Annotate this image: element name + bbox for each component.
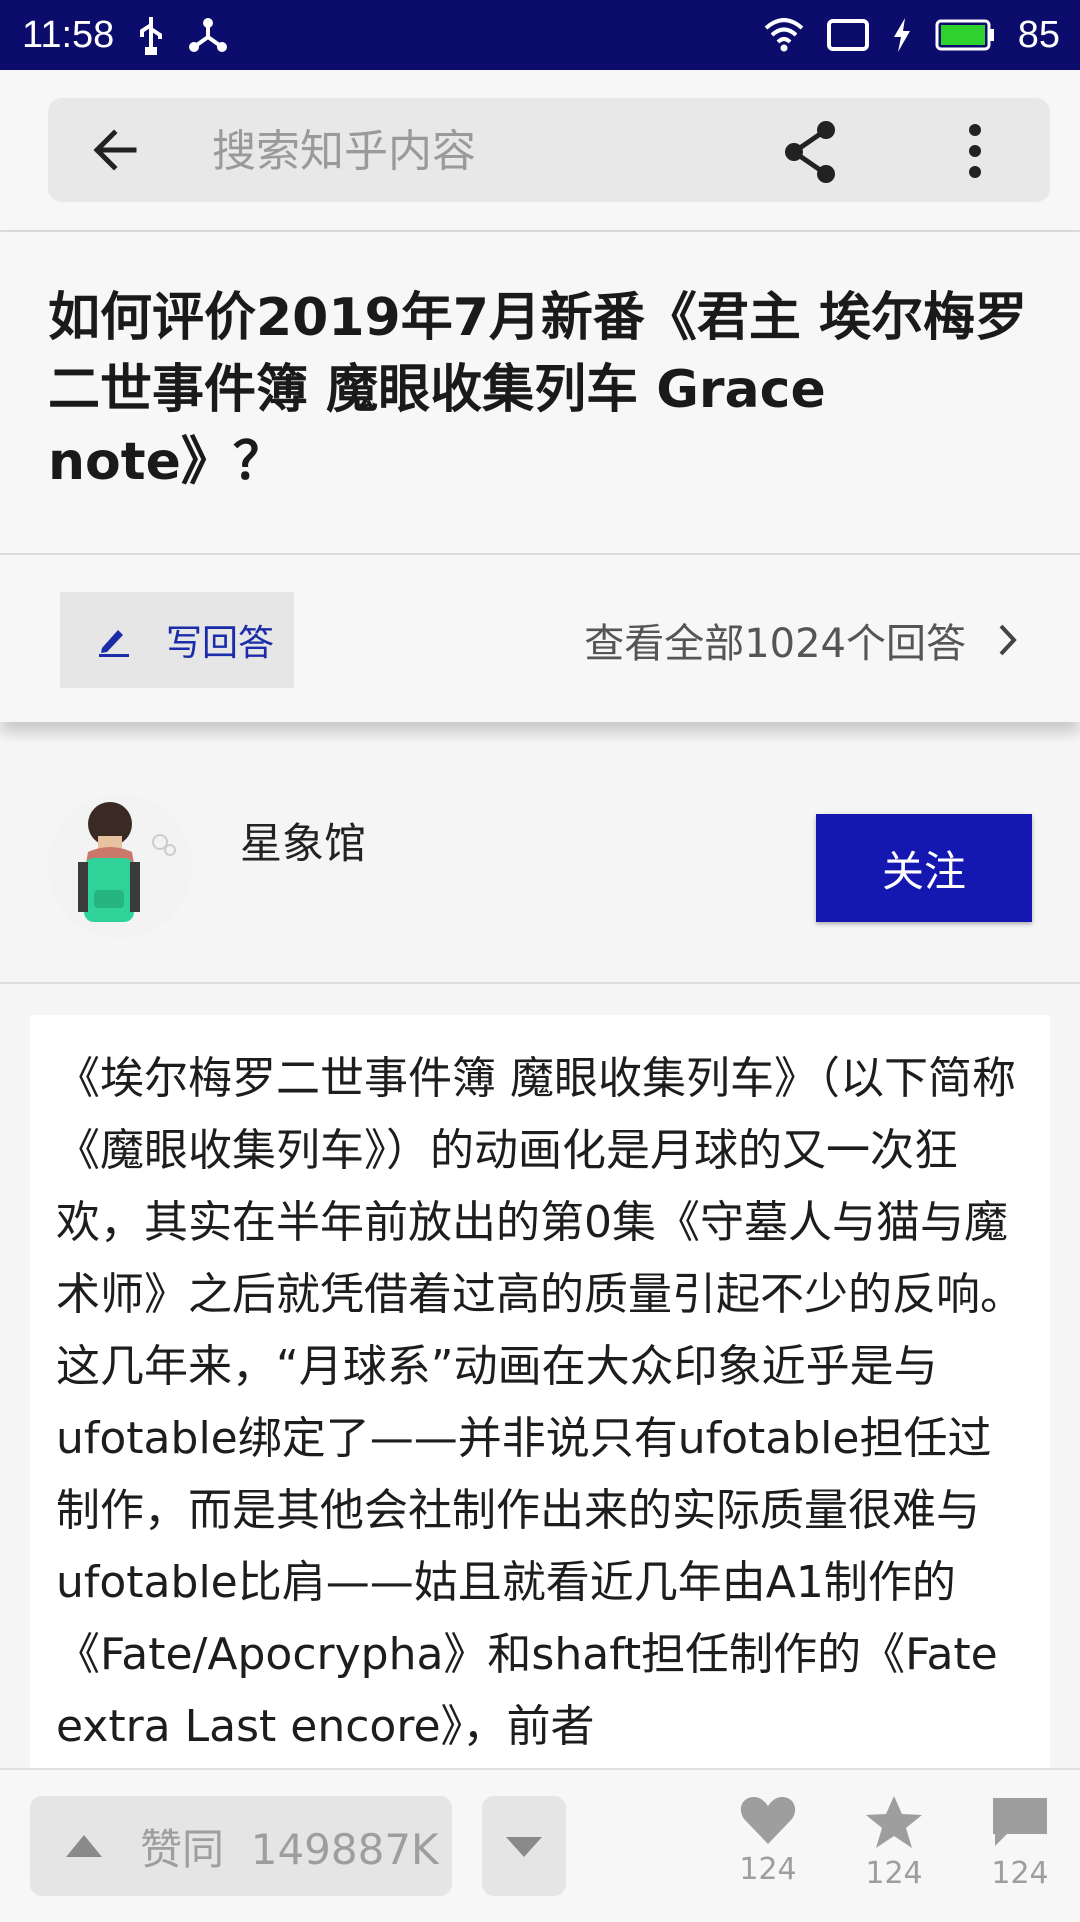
heart-icon	[740, 1797, 796, 1844]
triangle-up-icon	[66, 1835, 102, 1857]
answer-text: 《埃尔梅罗二世事件簿 魔眼收集列车》（以下简称《魔眼收集列车》）的动画化是月球的…	[56, 1053, 1024, 1752]
screen-icon	[826, 18, 870, 52]
fork-icon	[188, 15, 228, 55]
write-answer-label: 写回答	[166, 623, 275, 664]
vote-up-label: 赞同 149887K	[140, 1824, 439, 1874]
more-vertical-icon	[969, 124, 981, 178]
star-icon	[866, 1796, 922, 1848]
answer-content[interactable]: 《埃尔梅罗二世事件簿 魔眼收集列车》（以下简称《魔眼收集列车》）的动画化是月球的…	[30, 1015, 1050, 1775]
share-icon	[785, 121, 835, 183]
battery-icon	[934, 18, 996, 52]
write-answer-button[interactable]: 写回答	[60, 592, 294, 688]
status-time: 11:58	[22, 13, 115, 56]
divider	[0, 553, 1080, 555]
like-count: 124	[739, 1852, 797, 1887]
search-input[interactable]	[210, 116, 774, 186]
follow-button[interactable]: 关注	[816, 814, 1032, 922]
bottom-action-bar: 赞同 149887K 124 124 124	[0, 1768, 1080, 1922]
view-all-label: 查看全部1024个回答	[584, 621, 966, 667]
wifi-icon	[764, 18, 804, 52]
search-bar	[48, 98, 1050, 202]
share-button[interactable]	[778, 116, 848, 186]
author-row: 星象馆 关注	[0, 742, 1080, 984]
usb-icon	[136, 15, 166, 55]
back-arrow-icon	[93, 129, 137, 171]
search-header	[0, 70, 1080, 232]
question-card: 如何评价2019年7月新番《君主 埃尔梅罗二世事件簿 魔眼收集列车 Grace …	[0, 232, 1080, 722]
comment-button[interactable]: 124	[970, 1794, 1070, 1914]
pencil-icon	[99, 630, 129, 657]
back-button[interactable]	[86, 120, 146, 180]
comment-count: 124	[991, 1856, 1049, 1891]
favorite-count: 124	[865, 1856, 923, 1891]
charging-icon	[892, 18, 912, 52]
vote-down-button[interactable]	[482, 1796, 566, 1896]
avatar[interactable]	[48, 794, 192, 938]
triangle-down-icon	[506, 1837, 542, 1857]
question-title[interactable]: 如何评价2019年7月新番《君主 埃尔梅罗二世事件簿 魔眼收集列车 Grace …	[48, 282, 1038, 498]
vote-up-button[interactable]: 赞同 149887K	[30, 1796, 452, 1896]
comment-icon	[993, 1798, 1047, 1846]
battery-level: 85	[1017, 13, 1060, 56]
more-options-button[interactable]	[940, 116, 1010, 186]
favorite-button[interactable]: 124	[844, 1794, 944, 1914]
like-button[interactable]: 124	[718, 1794, 818, 1914]
view-all-answers-link[interactable]: 查看全部1024个回答	[584, 592, 1020, 688]
status-bar: 11:58 85	[0, 0, 1080, 70]
chevron-right-icon	[999, 624, 1017, 656]
author-name[interactable]: 星象馆	[240, 810, 366, 871]
